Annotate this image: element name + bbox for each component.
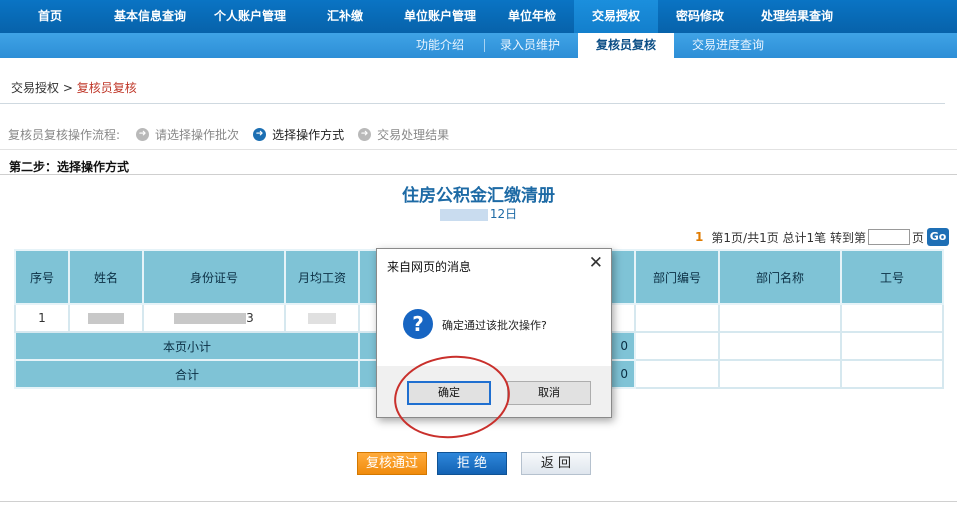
empty-cell	[634, 359, 720, 389]
step-title: 第二步：选择操作方式	[9, 160, 130, 174]
cell-no: 1	[14, 303, 70, 333]
table-header-cell: 部门编号	[634, 249, 720, 305]
dialog-cancel-button[interactable]: 取消	[507, 381, 591, 405]
breadcrumb: 交易授权 > 复核员复核	[11, 79, 137, 96]
table-header-cell: 部门名称	[718, 249, 842, 305]
table-header-cell: 工号	[840, 249, 944, 305]
subnav-item-reviewer[interactable]: 复核员复核	[578, 33, 674, 58]
report-title: 住房公积金汇缴清册	[402, 186, 555, 206]
cell-salary	[284, 303, 360, 333]
footer-divider	[0, 501, 957, 502]
back-button[interactable]: 返 回	[521, 452, 591, 475]
dialog-title: 来自网页的消息	[387, 260, 472, 274]
nav-item-password[interactable]: 密码修改	[658, 0, 742, 33]
flow-step-select-batch: ➜ 请选择操作批次	[136, 126, 239, 143]
nav-item-transaction-auth[interactable]: 交易授权	[574, 0, 658, 33]
process-flow: 复核员复核操作流程: ➜ 请选择操作批次 ➜ 选择操作方式 ➜ 交易处理结果	[8, 126, 449, 143]
nav-item-personal-account[interactable]: 个人账户管理	[200, 0, 300, 33]
review-pass-button[interactable]: 复核通过	[357, 452, 427, 475]
table-header-cell: 姓名	[68, 249, 144, 305]
reject-button[interactable]: 拒 绝	[437, 452, 507, 475]
breadcrumb-parent[interactable]: 交易授权	[11, 81, 59, 95]
cell-id: 3	[142, 303, 286, 333]
subnav-item-intro[interactable]: 功能介绍	[404, 33, 476, 58]
breadcrumb-divider	[0, 103, 945, 104]
flow-step-label: 交易处理结果	[377, 128, 450, 142]
flow-label: 复核员复核操作流程:	[8, 128, 121, 142]
flow-step-select-method: ➜ 选择操作方式	[253, 126, 344, 143]
cell-job-no	[840, 303, 944, 333]
pager-current-page[interactable]: 1	[695, 230, 703, 244]
pager: 1 第1页/共1页 总计1笔 转到第 页 Go	[695, 228, 949, 246]
question-icon: ?	[403, 309, 433, 339]
cell-id-tail: 3	[246, 311, 254, 325]
cell-name	[68, 303, 144, 333]
redacted-date	[439, 208, 488, 221]
pager-summary: 第1页/共1页 总计1笔 转到第	[711, 230, 866, 245]
flow-step-result: ➜ 交易处理结果	[358, 126, 449, 143]
table-header-cell: 身份证号	[142, 249, 286, 305]
arrow-right-circle-icon: ➜	[136, 128, 150, 141]
empty-cell	[840, 359, 944, 389]
total-label: 合计	[14, 359, 360, 389]
close-icon[interactable]: ✕	[589, 253, 603, 273]
empty-cell	[718, 359, 842, 389]
nav-item-unit-annual-check[interactable]: 单位年检	[490, 0, 574, 33]
empty-cell	[840, 331, 944, 361]
report-date: 12日	[0, 205, 957, 222]
sub-nav: 功能介绍 录入员维护 复核员复核 交易进度查询	[0, 33, 957, 58]
redacted-id	[174, 313, 247, 324]
table-header-cell: 序号	[14, 249, 70, 305]
arrow-right-circle-icon: ➜	[253, 128, 267, 141]
dialog-message: 确定通过该批次操作?	[442, 319, 547, 332]
nav-item-result-query[interactable]: 处理结果查询	[742, 0, 852, 33]
subnav-item-entry-maintain[interactable]: 录入员维护	[492, 33, 568, 58]
pager-suffix: 页	[911, 230, 924, 245]
subnav-item-progress[interactable]: 交易进度查询	[684, 33, 772, 58]
arrow-right-circle-icon: ➜	[358, 128, 372, 141]
cell-dept-name	[718, 303, 842, 333]
subnav-separator	[484, 39, 485, 52]
redacted-salary	[308, 313, 336, 324]
nav-item-basic-info-query[interactable]: 基本信息查询	[100, 0, 200, 33]
page-subtotal-label: 本页小计	[14, 331, 360, 361]
step-divider	[0, 174, 957, 175]
redacted-name	[88, 313, 124, 324]
empty-cell	[634, 331, 720, 361]
report-date-suffix: 12日	[489, 207, 518, 221]
flow-step-label: 请选择操作批次	[155, 128, 240, 142]
empty-cell	[718, 331, 842, 361]
nav-item-remit[interactable]: 汇补缴	[300, 0, 390, 33]
flow-divider	[0, 149, 957, 150]
go-button[interactable]: Go	[927, 228, 949, 246]
table-header-cell: 月均工资	[284, 249, 360, 305]
nav-item-unit-account[interactable]: 单位账户管理	[390, 0, 490, 33]
page-jump-input[interactable]	[867, 229, 910, 245]
flow-step-label: 选择操作方式	[272, 128, 345, 142]
breadcrumb-separator: >	[62, 81, 73, 95]
nav-item-home[interactable]: 首页	[0, 0, 100, 33]
cell-dept-no	[634, 303, 720, 333]
breadcrumb-current: 复核员复核	[76, 81, 137, 95]
top-nav: 首页 基本信息查询 个人账户管理 汇补缴 单位账户管理 单位年检 交易授权 密码…	[0, 0, 957, 33]
